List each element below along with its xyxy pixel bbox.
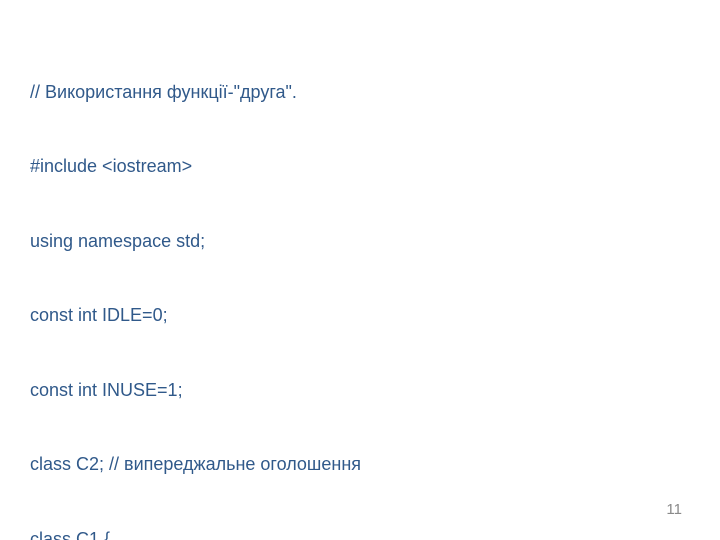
slide: // Використання функції-"друга". #includ…: [0, 0, 720, 540]
code-line: using namespace std;: [30, 229, 690, 254]
code-line: const int IDLE=0;: [30, 303, 690, 328]
code-line: // Використання функції-"друга".: [30, 80, 690, 105]
code-block: // Використання функції-"друга". #includ…: [30, 30, 690, 540]
code-line: class C1 {: [30, 527, 690, 540]
page-number: 11: [666, 501, 682, 518]
code-line: #include <iostream>: [30, 154, 690, 179]
code-line: const int INUSE=1;: [30, 378, 690, 403]
code-line: class C2; // випереджальне оголошення: [30, 452, 690, 477]
